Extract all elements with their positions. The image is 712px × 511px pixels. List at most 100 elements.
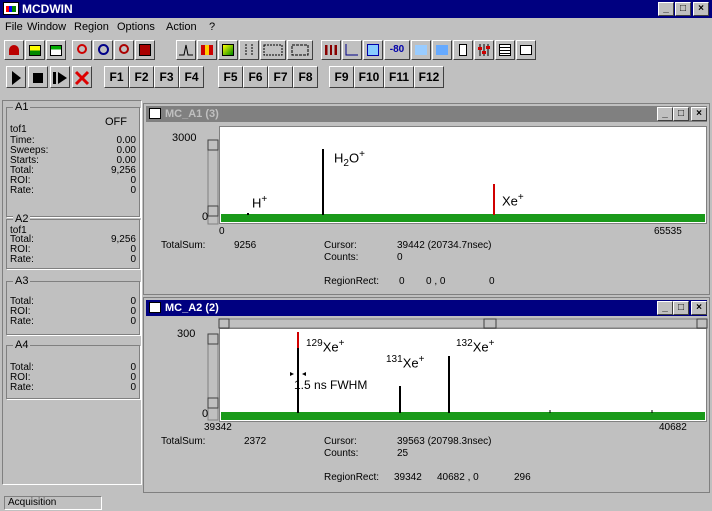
f2-button[interactable]: F2: [129, 66, 154, 88]
monitor-icon[interactable]: [135, 40, 155, 60]
x-axis-max-a1: 65535: [654, 226, 682, 237]
a2-counts-value: 25: [397, 448, 409, 459]
label-129xe: 129Xe+: [306, 338, 344, 354]
y-axis-min-a2: 0: [202, 408, 209, 420]
group-a1-title: A1: [13, 101, 31, 113]
f10-button[interactable]: F10: [354, 66, 384, 88]
row-key: Rate:: [10, 382, 34, 393]
zoom-tools-icon[interactable]: [93, 40, 113, 60]
a2-cursor-label: Cursor:: [324, 436, 357, 447]
continue-icon[interactable]: [50, 66, 70, 88]
sliders-icon[interactable]: [474, 40, 494, 60]
f6-button[interactable]: F6: [243, 66, 268, 88]
close-button[interactable]: ×: [693, 2, 709, 16]
f11-button[interactable]: F11: [384, 66, 414, 88]
y-axis-max-a1: 3000: [172, 132, 197, 144]
erase-icon[interactable]: [72, 66, 92, 88]
a1-row-rate: Rate: 0: [10, 186, 136, 196]
f1-button[interactable]: F1: [104, 66, 129, 88]
label-131xe: 131Xe+: [386, 354, 424, 370]
group-a3: A3 Total: 0 ROI: 0 Rate: 0: [6, 275, 140, 335]
f8-button[interactable]: F8: [293, 66, 318, 88]
halt-icon[interactable]: [28, 66, 48, 88]
a2-row-rate: Rate: 0: [10, 255, 136, 265]
document-icon[interactable]: [453, 40, 473, 60]
plot-a2-scroll-thumb: [483, 318, 497, 329]
f5-button[interactable]: F5: [218, 66, 243, 88]
linear-scale-icon[interactable]: [432, 40, 452, 60]
group-a1: A1 OFF tof1 Time: 0.00 Sweeps: 0.00 Starts…: [6, 101, 140, 217]
menu-bar: File Window Region Options Action ?: [0, 18, 712, 37]
spectrum-plot-a2: [207, 318, 708, 421]
peak-icon[interactable]: [176, 40, 196, 60]
dashed-box-icon[interactable]: [260, 40, 286, 60]
a2-region-3: 296: [514, 472, 531, 483]
spectrum-window-a2[interactable]: MC_A2 (2) _ □ × 300 0 39342 40682 129Xe+…: [143, 297, 710, 493]
data-settings-icon[interactable]: [25, 40, 45, 60]
a2-regionrect-label: RegionRect:: [324, 472, 380, 483]
label-132xe-el: Xe: [472, 339, 489, 355]
plot-a2-scroll-down: [207, 397, 219, 409]
menu-options[interactable]: Options: [117, 21, 155, 33]
fwhm-arrow-right: [302, 372, 306, 376]
magnify-icon[interactable]: [114, 40, 134, 60]
search-icon[interactable]: [72, 40, 92, 60]
a2-cursor-value: 39563 (20798.3nsec): [397, 436, 492, 447]
group-a4-title: A4: [13, 339, 31, 351]
group-a4: A4 Total: 0 ROI: 0 Rate: 0: [6, 339, 140, 399]
spectrum-window-a1[interactable]: MC_A1 (3) _ □ × 3000 0 0 65535 H+ H2O+ X…: [143, 103, 710, 295]
f12-button[interactable]: F12: [414, 66, 444, 88]
tile-icon[interactable]: [218, 40, 238, 60]
label-h2o-h: H: [334, 150, 344, 166]
histogram-icon[interactable]: [321, 40, 341, 60]
group-a3-title: A3: [13, 275, 31, 287]
a1-totalsum-value: 9256: [234, 240, 257, 251]
minimize-button[interactable]: _: [658, 2, 674, 16]
menu-action[interactable]: Action: [166, 21, 197, 33]
a4-row-rate: Rate: 0: [10, 383, 136, 393]
y-axis-min-a1: 0: [202, 211, 209, 223]
mcd-settings-icon[interactable]: [4, 40, 24, 60]
plot-a2-baseline: [221, 412, 705, 420]
list-icon[interactable]: [516, 40, 536, 60]
bars-icon[interactable]: [197, 40, 217, 60]
menu-help[interactable]: ?: [209, 21, 215, 33]
f9-button[interactable]: F9: [329, 66, 354, 88]
app-titlebar[interactable]: MCDWIN _ □ ×: [0, 0, 712, 18]
f3-button[interactable]: F3: [154, 66, 179, 88]
label-xe-sup: +: [517, 192, 524, 203]
plot-a2-scroll-right: [696, 318, 708, 329]
a2-counts-label: Counts:: [324, 448, 359, 459]
label-132xe: 132Xe+: [456, 338, 494, 354]
menu-file[interactable]: File: [5, 21, 23, 33]
axis-icon[interactable]: [342, 40, 362, 60]
label-xe-el: Xe: [502, 193, 518, 209]
a1-region-1: 0: [399, 276, 405, 287]
label-h2o-o: O: [348, 150, 360, 166]
f4-button[interactable]: F4: [179, 66, 204, 88]
menu-window[interactable]: Window: [27, 21, 66, 33]
scale-80-icon[interactable]: -80: [384, 40, 410, 60]
dotted-lines-icon[interactable]: [239, 40, 259, 60]
row-key: Rate:: [10, 185, 34, 196]
log-scale-icon[interactable]: [411, 40, 431, 60]
a1-totalsum-label: TotalSum:: [161, 240, 206, 251]
row-value: 0: [130, 382, 136, 393]
plot-a2-scroll-left: [218, 318, 230, 329]
f7-button[interactable]: F7: [268, 66, 293, 88]
a1-name: tof1: [10, 124, 27, 135]
box-icon[interactable]: [287, 40, 313, 60]
maximize-button[interactable]: □: [675, 2, 691, 16]
a2-totalsum-value: 2372: [244, 436, 267, 447]
start-icon[interactable]: [6, 66, 26, 88]
menu-region[interactable]: Region: [74, 21, 109, 33]
plot-a1-scroll-down: [207, 205, 219, 217]
table-icon[interactable]: [495, 40, 515, 60]
row-value: 0: [130, 316, 136, 327]
y-axis-max-a2: 300: [177, 328, 196, 340]
grid-icon[interactable]: [363, 40, 383, 60]
x-axis-min-a2: 39342: [204, 422, 232, 433]
group-a2: A2 tof1 Total: 9,256 ROI: 0 Rate: 0: [6, 213, 140, 269]
label-h: H+: [252, 194, 267, 210]
board-icon[interactable]: [46, 40, 66, 60]
